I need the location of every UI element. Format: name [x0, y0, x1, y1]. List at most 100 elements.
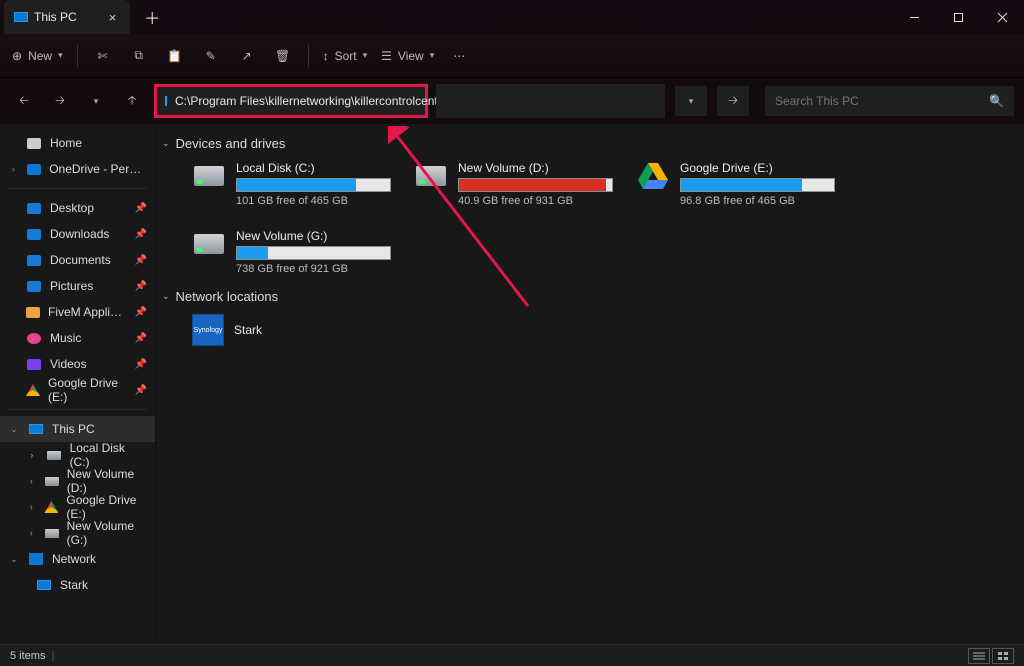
- sidebar-item-new-volume-g[interactable]: ›New Volume (G:): [0, 520, 155, 546]
- search-box[interactable]: 🔍: [765, 86, 1014, 116]
- chevron-right-icon[interactable]: ›: [8, 164, 19, 174]
- drive-name: Google Drive (E:): [680, 161, 836, 175]
- new-tab-button[interactable]: ＋: [144, 5, 160, 29]
- drive-item-g[interactable]: New Volume (G:) 738 GB free of 921 GB: [192, 229, 392, 275]
- sidebar-label: OneDrive - Personal: [49, 162, 147, 176]
- copy-icon: ⧉: [134, 48, 143, 63]
- section-title: Devices and drives: [176, 136, 286, 151]
- drive-usage-bar: [236, 178, 391, 192]
- chevron-down-icon[interactable]: ⌄: [8, 554, 20, 565]
- sidebar-item-downloads[interactable]: Downloads📌: [0, 221, 155, 247]
- view-label: View: [398, 49, 424, 63]
- rename-button[interactable]: ✎: [194, 41, 228, 71]
- new-button[interactable]: ⊕ New ▾: [6, 41, 69, 71]
- more-button[interactable]: ⋯: [442, 41, 476, 71]
- drive-name: New Volume (G:): [236, 229, 392, 243]
- sidebar-item-fivem[interactable]: FiveM Application📌: [0, 299, 155, 325]
- pin-icon: 📌: [135, 229, 147, 240]
- new-label: New: [28, 49, 52, 63]
- section-devices-header[interactable]: ⌄ Devices and drives: [162, 132, 1024, 155]
- sidebar-item-google-drive-e[interactable]: › Google Drive (E:): [0, 494, 155, 520]
- up-button[interactable]: 🡡: [118, 87, 146, 115]
- downloads-icon: [26, 227, 42, 241]
- chevron-right-icon[interactable]: ›: [26, 502, 36, 512]
- pin-icon: 📌: [135, 281, 147, 292]
- cloud-icon: [27, 162, 41, 176]
- documents-icon: [26, 253, 42, 267]
- window-tab[interactable]: This PC ×: [4, 0, 130, 34]
- drive-usage-bar: [680, 178, 835, 192]
- sort-button[interactable]: ↕ Sort ▾: [317, 41, 374, 71]
- network-location-item[interactable]: Synology Stark: [162, 308, 1024, 346]
- drive-item-d[interactable]: New Volume (D:) 40.9 GB free of 931 GB: [414, 161, 614, 207]
- sidebar-item-network[interactable]: ⌄ Network: [0, 546, 155, 572]
- content-pane: ⌄ Devices and drives Local Disk (C:) 101…: [156, 124, 1024, 644]
- network-location-name: Stark: [234, 323, 262, 337]
- drive-usage-bar: [236, 246, 391, 260]
- ellipsis-icon: ⋯: [453, 49, 465, 63]
- drive-item-e[interactable]: Google Drive (E:) 96.8 GB free of 465 GB: [636, 161, 836, 207]
- sidebar-label: Pictures: [50, 279, 93, 293]
- minimize-button[interactable]: [892, 0, 936, 34]
- cut-button[interactable]: ✄: [86, 41, 120, 71]
- maximize-button[interactable]: [936, 0, 980, 34]
- folder-icon: [26, 305, 40, 319]
- share-button[interactable]: ↗: [230, 41, 264, 71]
- sidebar-item-onedrive[interactable]: › OneDrive - Personal: [0, 156, 155, 182]
- sidebar-item-pictures[interactable]: Pictures 📌: [0, 273, 155, 299]
- sidebar-item-videos[interactable]: Videos📌: [0, 351, 155, 377]
- address-path: C:\Program Files\killernetworking\killer…: [175, 94, 448, 108]
- address-dropdown-button[interactable]: ▾: [675, 86, 707, 116]
- section-network-header[interactable]: ⌄ Network locations: [162, 285, 1024, 308]
- view-button[interactable]: ☰ View ▾: [375, 41, 440, 71]
- address-go-button[interactable]: 🡢: [717, 86, 749, 116]
- sort-label: Sort: [335, 49, 357, 63]
- videos-icon: [26, 357, 42, 371]
- copy-button[interactable]: ⧉: [122, 41, 156, 71]
- drive-free-text: 40.9 GB free of 931 GB: [458, 195, 614, 207]
- forward-button[interactable]: 🡢: [46, 87, 74, 115]
- tiles-view-button[interactable]: [992, 648, 1014, 664]
- tab-close-icon[interactable]: ×: [109, 10, 117, 25]
- chevron-right-icon[interactable]: ›: [26, 450, 38, 460]
- disk-icon: [45, 526, 59, 540]
- chevron-right-icon[interactable]: ›: [26, 528, 37, 538]
- synology-icon: Synology: [192, 314, 224, 346]
- chevron-down-icon[interactable]: ⌄: [8, 424, 20, 435]
- separator: [77, 45, 78, 67]
- address-bar-trail[interactable]: [436, 84, 665, 118]
- back-button[interactable]: 🡠: [10, 87, 38, 115]
- chevron-right-icon[interactable]: ›: [26, 476, 37, 486]
- rename-icon: ✎: [206, 49, 216, 63]
- gdrive-icon: [636, 161, 670, 191]
- music-icon: [26, 331, 42, 345]
- sidebar-label: This PC: [52, 422, 95, 436]
- drive-item-c[interactable]: Local Disk (C:) 101 GB free of 465 GB: [192, 161, 392, 207]
- sidebar-item-network-stark[interactable]: Stark: [0, 572, 155, 598]
- chevron-down-icon: ⌄: [162, 138, 170, 149]
- delete-button[interactable]: 🗑: [266, 41, 300, 71]
- sidebar-item-desktop[interactable]: Desktop📌: [0, 195, 155, 221]
- sidebar-label: Home: [50, 136, 82, 150]
- details-view-button[interactable]: [968, 648, 990, 664]
- delete-icon: 🗑: [275, 49, 290, 63]
- sidebar-item-documents[interactable]: Documents📌: [0, 247, 155, 273]
- search-input[interactable]: [775, 94, 989, 108]
- sidebar-label: Videos: [50, 357, 86, 371]
- sidebar-item-music[interactable]: Music📌: [0, 325, 155, 351]
- sidebar-item-this-pc[interactable]: ⌄ This PC: [0, 416, 155, 442]
- view-icon: ☰: [381, 49, 392, 63]
- sidebar-item-home[interactable]: Home: [0, 130, 155, 156]
- close-button[interactable]: [980, 0, 1024, 34]
- disk-icon: [192, 161, 226, 191]
- sidebar-item-local-disk-c[interactable]: ›Local Disk (C:): [0, 442, 155, 468]
- this-pc-icon: [14, 12, 28, 22]
- paste-button[interactable]: 📋: [158, 41, 192, 71]
- recent-button[interactable]: ▾: [82, 87, 110, 115]
- disk-icon: [46, 448, 62, 462]
- address-bar[interactable]: C:\Program Files\killernetworking\killer…: [154, 84, 428, 118]
- sidebar-label: Google Drive (E:): [66, 493, 147, 521]
- sidebar-item-new-volume-d[interactable]: ›New Volume (D:): [0, 468, 155, 494]
- title-bar: This PC × ＋: [0, 0, 1024, 34]
- sidebar-item-gdrive-quick[interactable]: Google Drive (E:)📌: [0, 377, 155, 403]
